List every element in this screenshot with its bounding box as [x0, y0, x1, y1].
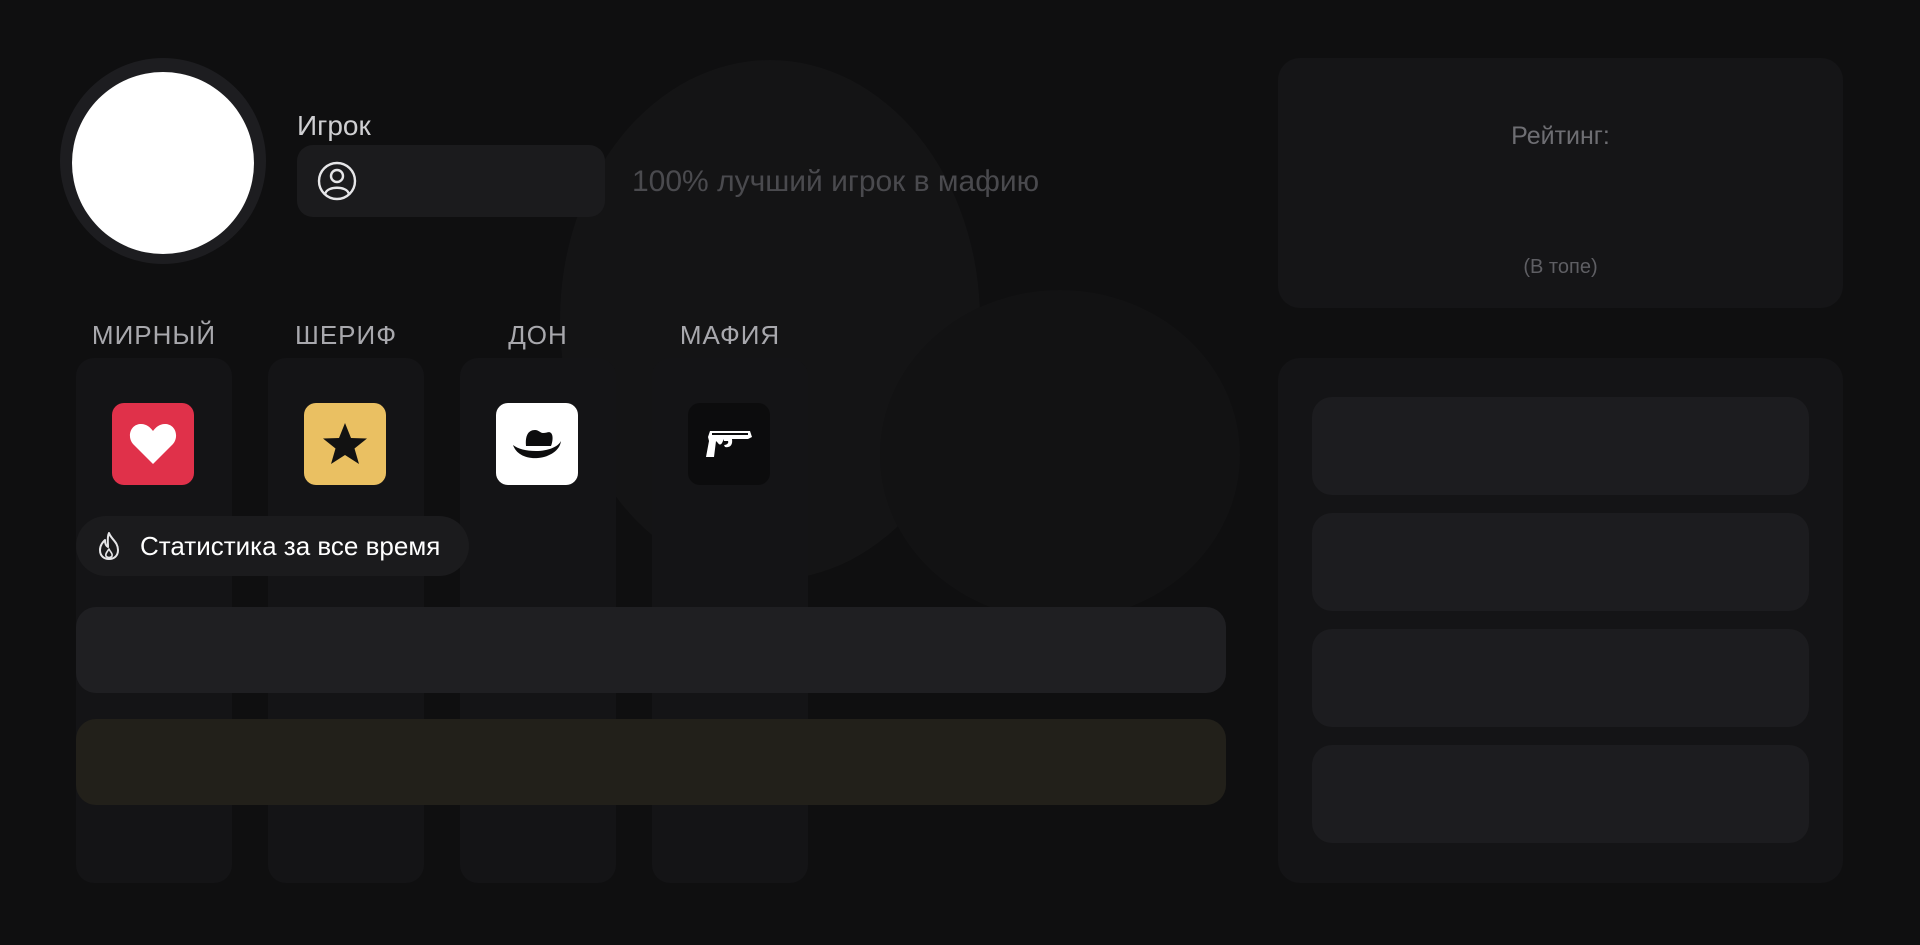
username-label: Игрок	[297, 110, 371, 141]
stats-bar-gray	[76, 607, 1226, 693]
mafia-role-button[interactable]	[688, 403, 770, 485]
status-text: 100% лучший игрок в мафию	[632, 165, 1040, 198]
stats-label: Статистика за все время	[140, 531, 441, 561]
leaderboard-slot[interactable]	[1312, 513, 1809, 611]
stats-bar-gold	[76, 719, 1226, 805]
role-title-civilian: МИРНЫЙ	[91, 320, 217, 350]
role-title-sheriff: ШЕРИФ	[295, 320, 397, 350]
stats-all-time-button[interactable]: Статистика за все время	[76, 516, 469, 576]
rating-panel: Рейтинг: (В топе)	[1278, 58, 1843, 308]
leaderboard-panel	[1278, 358, 1843, 883]
user-icon	[317, 161, 357, 201]
avatar[interactable]	[72, 72, 254, 254]
role-title-don: ДОН	[508, 320, 568, 350]
rating-position-note: (В топе)	[1523, 256, 1598, 278]
rating-label: Рейтинг:	[1511, 122, 1610, 150]
fire-icon	[99, 532, 119, 560]
hat-icon	[513, 430, 561, 459]
pistol-icon	[706, 431, 752, 457]
leaderboard-slot[interactable]	[1312, 397, 1809, 495]
leaderboard-slot[interactable]	[1312, 745, 1809, 843]
leaderboard-slot[interactable]	[1312, 629, 1809, 727]
username-box[interactable]	[297, 145, 605, 217]
background-decoration	[880, 290, 1240, 620]
sheriff-role-button[interactable]	[304, 403, 386, 485]
profile-page: Игрок 100% лучший игрок в мафию МИРНЫЙ Ш…	[0, 0, 1920, 945]
civilian-role-button[interactable]	[112, 403, 194, 485]
don-role-button[interactable]	[496, 403, 578, 485]
role-title-mafia: МАФИЯ	[679, 320, 781, 350]
star-icon	[323, 423, 367, 464]
heart-icon	[129, 423, 177, 464]
